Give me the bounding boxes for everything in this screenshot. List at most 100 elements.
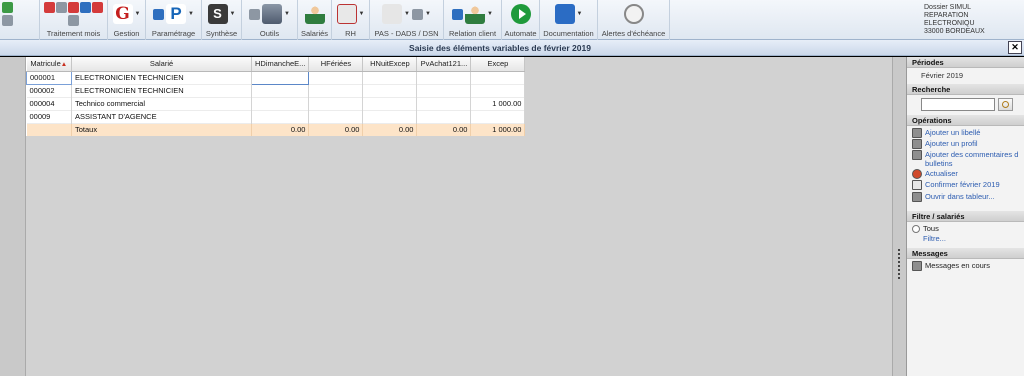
filter-tous-radio[interactable]: Tous — [912, 224, 1019, 234]
col-header-excep[interactable]: Excep — [470, 57, 526, 72]
chevron-down-icon[interactable]: ▼ — [284, 11, 290, 17]
cell-pvachat[interactable] — [416, 110, 472, 123]
chevron-down-icon[interactable]: ▼ — [425, 11, 431, 17]
group-pas-dads-dsn: ▼ ▼ PAS - DADS / DSN — [370, 0, 444, 40]
company-name: REPARATION ELECTRONIQU — [924, 12, 975, 27]
radio-icon — [912, 225, 920, 233]
cell-hferiees[interactable] — [308, 71, 364, 84]
company-city: 33000 BORDEAUX — [924, 28, 985, 35]
payslip-icon[interactable] — [80, 1, 91, 13]
chevron-down-icon[interactable]: ▼ — [577, 11, 583, 17]
col-header-hdimanche[interactable]: HDimancheE... — [251, 57, 310, 72]
cell-salarie[interactable]: ASSISTANT D'AGENCE — [71, 110, 252, 123]
col-header-hferiees[interactable]: HFériées — [308, 57, 364, 72]
op-ouvrir-tableur[interactable]: Ouvrir dans tableur... — [912, 192, 1019, 202]
calendar-icon[interactable] — [44, 1, 55, 13]
cell-hnuitexcep[interactable] — [362, 110, 418, 123]
bank-icon[interactable] — [382, 4, 403, 24]
p-logo-icon[interactable]: P — [166, 4, 187, 24]
total-hdimanche: 0.00 — [251, 123, 310, 136]
client-p-icon[interactable] — [452, 8, 464, 20]
table-row[interactable]: 000004 Technico commercial 1 000.00 — [26, 97, 526, 110]
play-icon[interactable] — [510, 4, 531, 24]
messages-icon — [912, 261, 922, 271]
g-logo-icon[interactable]: G — [112, 4, 133, 24]
op-confirmer[interactable]: Confirmer février 2019 — [912, 180, 1019, 190]
documentation-icon[interactable] — [554, 4, 575, 24]
panel-splitter[interactable] — [892, 57, 906, 376]
op-ajouter-profil[interactable]: Ajouter un profil — [912, 139, 1019, 149]
client-icon[interactable] — [465, 4, 486, 24]
op-actualiser[interactable]: Actualiser — [912, 169, 1019, 179]
table-row[interactable]: 000002 ELECTRONICIEN TECHNICIEN — [26, 84, 526, 97]
cell-hnuitexcep[interactable] — [362, 97, 418, 110]
cell-hnuitexcep[interactable] — [362, 84, 418, 97]
cell-excep[interactable]: 1 000.00 — [470, 97, 526, 110]
window-title: Saisie des éléments variables de février… — [409, 43, 591, 53]
period-value[interactable]: Février 2019 — [907, 68, 1024, 84]
cell-excep[interactable] — [470, 110, 526, 123]
cell-salarie[interactable]: Technico commercial — [71, 97, 252, 110]
confirm-icon — [912, 180, 922, 190]
cell-matricule[interactable]: 000002 — [26, 84, 72, 97]
cell-salarie[interactable]: ELECTRONICIEN TECHNICIEN — [71, 71, 252, 84]
col-header-salarie[interactable]: Salarié — [71, 57, 252, 72]
col-header-pvachat[interactable]: PvAchat121... — [416, 57, 472, 72]
group-icons-left — [0, 0, 40, 40]
chevron-down-icon[interactable]: ▼ — [230, 11, 236, 17]
cell-matricule[interactable]: 000004 — [26, 97, 72, 110]
chevron-down-icon[interactable]: ▼ — [135, 11, 141, 17]
calendar-close-icon[interactable] — [68, 1, 79, 13]
chevron-down-icon[interactable]: ▼ — [404, 11, 410, 17]
alarm-clock-icon[interactable] — [623, 4, 644, 24]
op-ajouter-commentaires[interactable]: Ajouter des commentaires d bulletins — [912, 150, 1019, 168]
cell-hdimanche[interactable] — [251, 110, 310, 123]
calendar-edit-icon[interactable] — [56, 1, 67, 13]
cell-hferiees[interactable] — [308, 84, 364, 97]
col-header-matricule[interactable]: Matricule▲ — [26, 57, 72, 72]
chevron-down-icon[interactable]: ▼ — [359, 11, 365, 17]
search-input[interactable] — [921, 98, 995, 111]
filter-tous-label: Tous — [923, 224, 939, 233]
dsn-icon[interactable] — [412, 8, 423, 20]
tools-icon[interactable] — [262, 4, 283, 24]
cell-salarie[interactable]: ELECTRONICIEN TECHNICIEN — [71, 84, 252, 97]
export-icon[interactable] — [249, 8, 261, 20]
cell-hdimanche-editing[interactable] — [250, 70, 310, 85]
cell-hferiees[interactable] — [308, 97, 364, 110]
cell-pvachat[interactable] — [416, 71, 472, 84]
cell-hdimanche[interactable] — [251, 84, 310, 97]
synthese-icon[interactable]: S — [207, 4, 228, 24]
search-row — [907, 95, 1024, 115]
cell-matricule[interactable]: 000001 — [26, 70, 72, 85]
payslip-cancel-icon[interactable] — [92, 1, 103, 13]
close-button[interactable]: ✕ — [1008, 41, 1022, 54]
op-commentaires-line2: bulletins — [925, 159, 953, 168]
messages-en-cours[interactable]: Messages en cours — [912, 261, 1019, 271]
totals-label: Totaux — [71, 123, 252, 136]
rh-icon[interactable] — [336, 4, 357, 24]
table-row[interactable]: 000001 ELECTRONICIEN TECHNICIEN — [26, 70, 526, 85]
filter-link[interactable]: Filtre... — [912, 234, 1019, 244]
planning-icon[interactable] — [2, 2, 13, 13]
chevron-down-icon[interactable]: ▼ — [188, 11, 194, 17]
cell-excep[interactable] — [470, 84, 526, 97]
op-ajouter-libelle[interactable]: Ajouter un libellé — [912, 128, 1019, 138]
settings-icon[interactable] — [153, 8, 165, 20]
cell-pvachat[interactable] — [416, 84, 472, 97]
cell-pvachat[interactable] — [416, 97, 472, 110]
cell-excep[interactable] — [470, 71, 526, 84]
cell-hnuitexcep[interactable] — [362, 71, 418, 84]
splitter-grip-icon[interactable] — [898, 249, 901, 279]
col-header-hnuitexcep[interactable]: HNuitExcep — [362, 57, 418, 72]
chevron-down-icon[interactable]: ▼ — [487, 11, 493, 17]
search-button[interactable] — [998, 98, 1013, 111]
employee-icon[interactable] — [304, 4, 325, 24]
cell-matricule[interactable]: 00009 — [26, 110, 72, 123]
cell-hdimanche[interactable] — [251, 97, 310, 110]
cell-hferiees[interactable] — [308, 110, 364, 123]
table-row[interactable]: 00009 ASSISTANT D'AGENCE — [26, 110, 526, 123]
payslip-print-icon[interactable] — [68, 15, 79, 27]
total-hnuitexcep: 0.00 — [362, 123, 418, 136]
list-icon[interactable] — [2, 15, 13, 26]
